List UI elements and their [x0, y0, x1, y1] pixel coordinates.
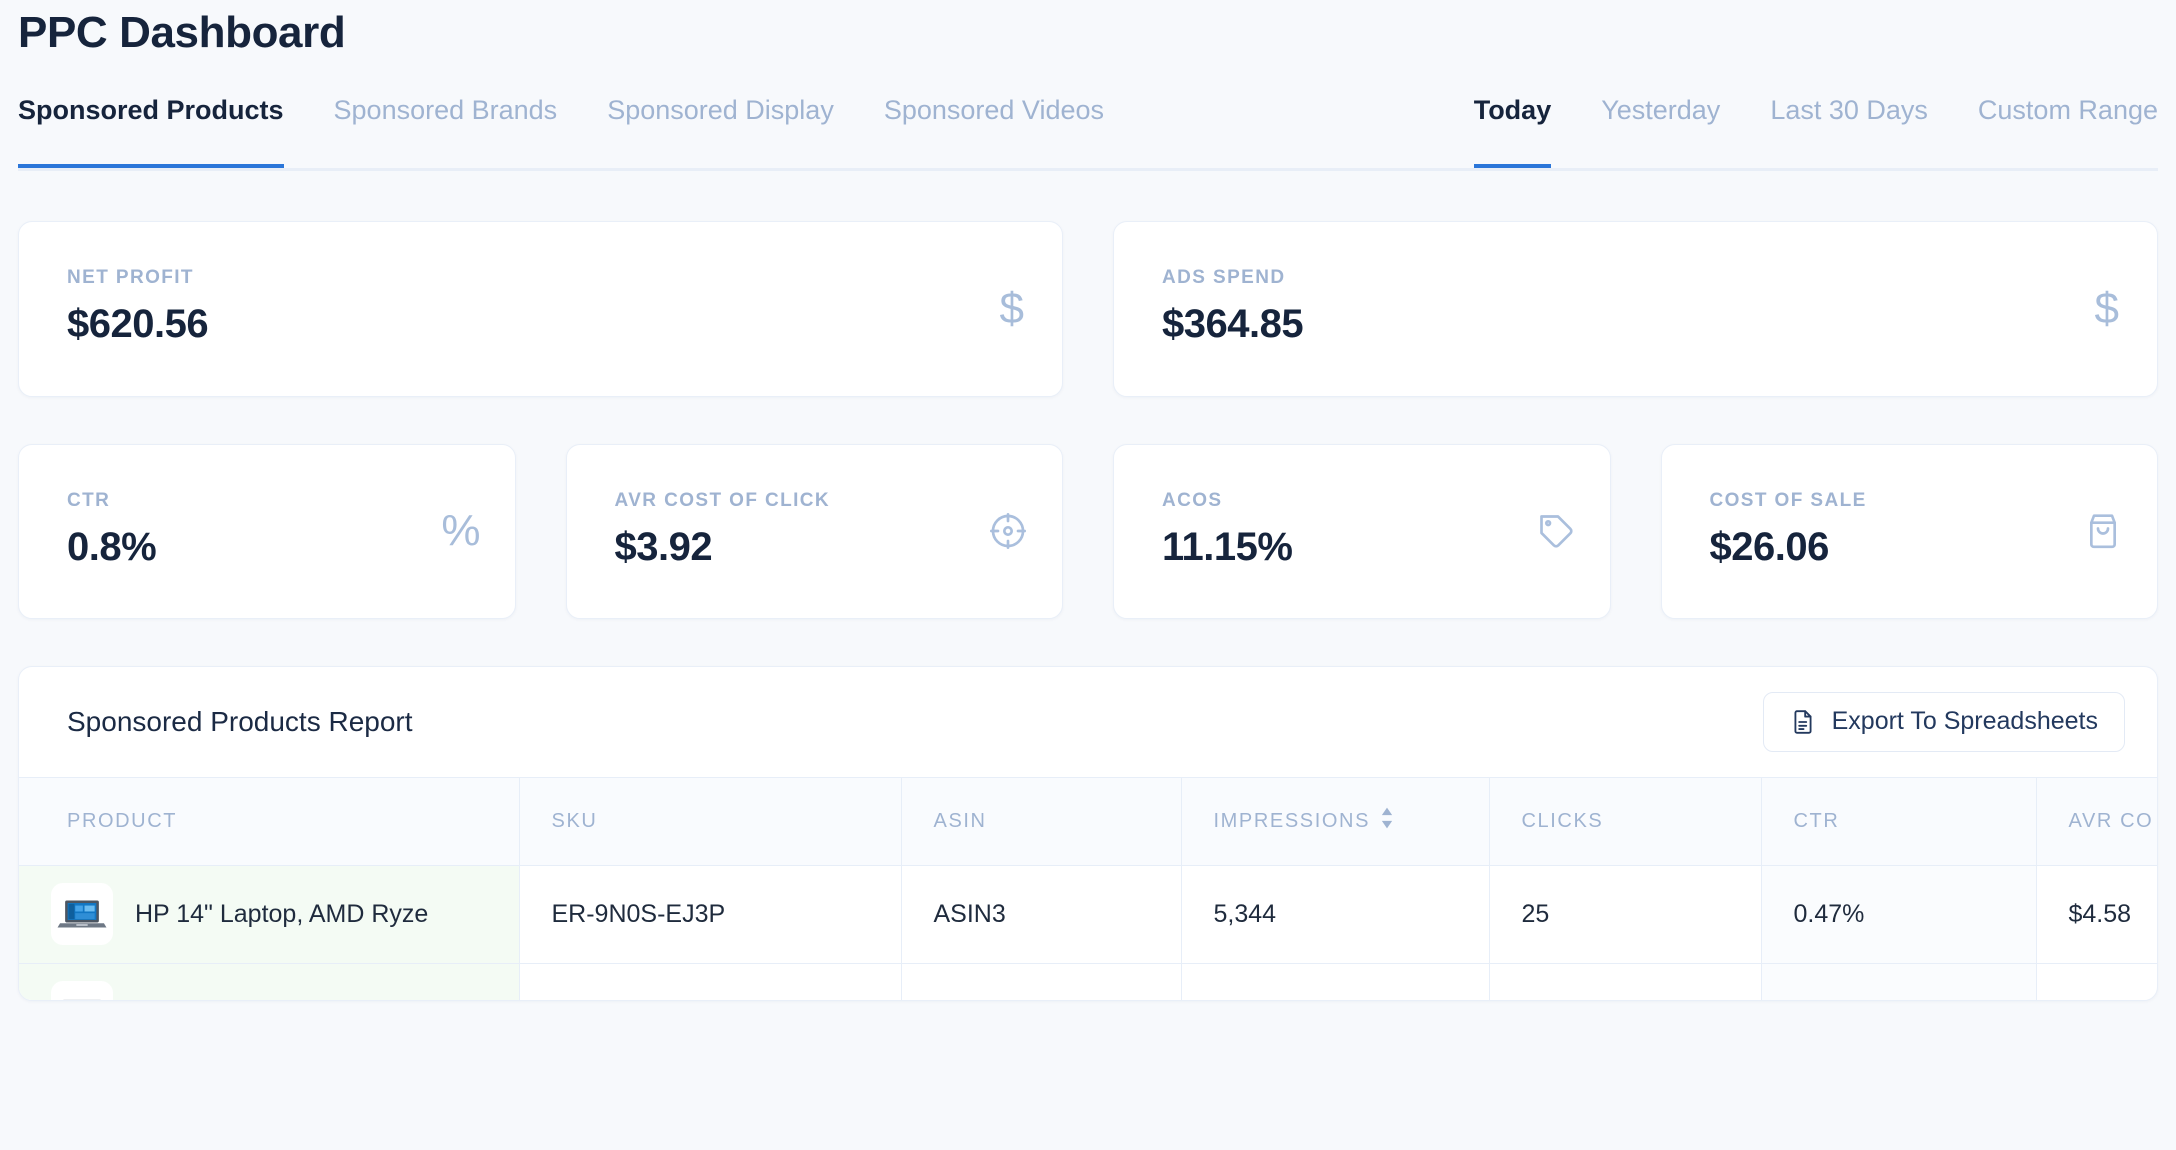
column-label: AVR CO [2069, 810, 2154, 832]
dollar-icon: $ [2095, 287, 2119, 331]
tab-custom-range[interactable]: Custom Range [1978, 97, 2158, 168]
report-table: PRODUCT SKU ASIN IMPRESSIONS [19, 777, 2157, 1001]
column-header-sku[interactable]: SKU [519, 777, 901, 865]
cell-clicks: 10 [1489, 963, 1761, 1001]
product-name: HP 14" Laptop, AMD Ryze [135, 900, 428, 929]
column-label: IMPRESSIONS [1214, 810, 1371, 833]
column-header-avr-cost-of-click[interactable]: AVR CO [2036, 777, 2157, 865]
tab-today[interactable]: Today [1474, 97, 1552, 168]
kpi-cards-row-primary: NET PROFIT $620.56 $ ADS SPEND $364.85 $ [18, 221, 2158, 397]
tab-sponsored-display[interactable]: Sponsored Display [607, 97, 834, 168]
cell-avr-cost-of-click: $2.16 [2036, 963, 2157, 1001]
kpi-card-acos[interactable]: ACOS 11.15% [1113, 444, 1611, 619]
kpi-label: CTR [67, 491, 479, 510]
cell-asin: ASIN4 [901, 963, 1181, 1001]
column-label: ASIN [934, 810, 987, 832]
table-header-row: PRODUCT SKU ASIN IMPRESSIONS [19, 777, 2157, 865]
column-label: CTR [1794, 810, 1840, 832]
column-header-impressions[interactable]: IMPRESSIONS [1181, 777, 1489, 865]
date-range-tabs: Today Yesterday Last 30 Days Custom Rang… [1474, 97, 2158, 171]
tag-icon [1536, 511, 1576, 551]
tabs-bar: Sponsored Products Sponsored Brands Spon… [18, 97, 2158, 171]
tab-sponsored-products[interactable]: Sponsored Products [18, 97, 284, 168]
report-table-body: HP 14" Laptop, AMD Ryze ER-9N0S-EJ3P ASI… [19, 865, 2157, 1001]
sort-arrows-icon[interactable] [1379, 807, 1395, 835]
sponsored-products-report-panel: Sponsored Products Report Export To Spre… [18, 666, 2158, 1001]
column-header-ctr[interactable]: CTR [1761, 777, 2036, 865]
cell-clicks: 25 [1489, 865, 1761, 963]
shopping-bag-icon [2083, 511, 2123, 551]
column-label: CLICKS [1522, 810, 1604, 832]
page-title: PPC Dashboard [18, 0, 2158, 59]
table-row[interactable]: HP 14" Laptop, AMD Ryze ER-9N0S-EJ3P ASI… [19, 865, 2157, 963]
cell-product: HP 14" Laptop, AMD Ryze [19, 865, 519, 963]
ppc-dashboard-page: PPC Dashboard Sponsored Products Sponsor… [0, 0, 2176, 1150]
column-header-product[interactable]: PRODUCT [19, 777, 519, 865]
export-button-label: Export To Spreadsheets [1832, 709, 2098, 734]
tab-sponsored-videos[interactable]: Sponsored Videos [884, 97, 1104, 168]
kpi-cards-row-secondary: CTR 0.8% % AVR COST OF CLICK $3.92 ACOS … [18, 444, 2158, 619]
cell-avr-cost-of-click: $4.58 [2036, 865, 2157, 963]
report-table-scroll-area[interactable]: PRODUCT SKU ASIN IMPRESSIONS [19, 777, 2157, 1001]
kpi-card-avr-cost-of-click[interactable]: AVR COST OF CLICK $3.92 [566, 444, 1064, 619]
cell-product: HP DeskJet 2652 All-in-O [19, 963, 519, 1001]
kpi-card-ctr[interactable]: CTR 0.8% % [18, 444, 516, 619]
kpi-value: $620.56 [67, 304, 1026, 344]
kpi-value: 11.15% [1162, 527, 1574, 567]
kpi-value: $364.85 [1162, 304, 2121, 344]
column-label: PRODUCT [67, 810, 177, 832]
cell-sku: RT-9N0S-EJ3P [519, 963, 901, 1001]
crosshair-icon [988, 511, 1028, 551]
dollar-icon: $ [1000, 287, 1024, 331]
kpi-card-ads-spend[interactable]: ADS SPEND $364.85 $ [1113, 221, 2158, 397]
column-label: SKU [552, 810, 598, 832]
kpi-value: $26.06 [1710, 527, 2122, 567]
percent-icon: % [441, 509, 480, 553]
product-name: HP DeskJet 2652 All-in-O [135, 998, 418, 1001]
report-header: Sponsored Products Report Export To Spre… [19, 667, 2157, 777]
export-to-spreadsheets-button[interactable]: Export To Spreadsheets [1763, 692, 2125, 752]
tab-yesterday[interactable]: Yesterday [1601, 97, 1720, 168]
file-text-icon [1790, 709, 1816, 735]
kpi-card-net-profit[interactable]: NET PROFIT $620.56 $ [18, 221, 1063, 397]
cell-impressions: 1,851 [1181, 963, 1489, 1001]
kpi-label: COST OF SALE [1710, 491, 2122, 510]
report-title: Sponsored Products Report [67, 708, 413, 736]
table-row[interactable]: HP DeskJet 2652 All-in-O RT-9N0S-EJ3P AS… [19, 963, 2157, 1001]
printer-thumbnail [51, 981, 113, 1000]
cell-sku: ER-9N0S-EJ3P [519, 865, 901, 963]
tab-last-30-days[interactable]: Last 30 Days [1770, 97, 1928, 168]
column-header-clicks[interactable]: CLICKS [1489, 777, 1761, 865]
kpi-label: ACOS [1162, 491, 1574, 510]
kpi-label: NET PROFIT [67, 268, 1026, 287]
kpi-label: AVR COST OF CLICK [615, 491, 1027, 510]
laptop-thumbnail [51, 883, 113, 945]
kpi-label: ADS SPEND [1162, 268, 2121, 287]
cell-impressions: 5,344 [1181, 865, 1489, 963]
column-header-asin[interactable]: ASIN [901, 777, 1181, 865]
cell-asin: ASIN3 [901, 865, 1181, 963]
tab-sponsored-brands[interactable]: Sponsored Brands [334, 97, 558, 168]
cell-ctr: 0.47% [1761, 865, 2036, 963]
kpi-value: $3.92 [615, 527, 1027, 567]
kpi-card-cost-of-sale[interactable]: COST OF SALE $26.06 [1661, 444, 2159, 619]
cell-ctr: 0.54% [1761, 963, 2036, 1001]
report-table-head: PRODUCT SKU ASIN IMPRESSIONS [19, 777, 2157, 865]
kpi-value: 0.8% [67, 527, 479, 567]
